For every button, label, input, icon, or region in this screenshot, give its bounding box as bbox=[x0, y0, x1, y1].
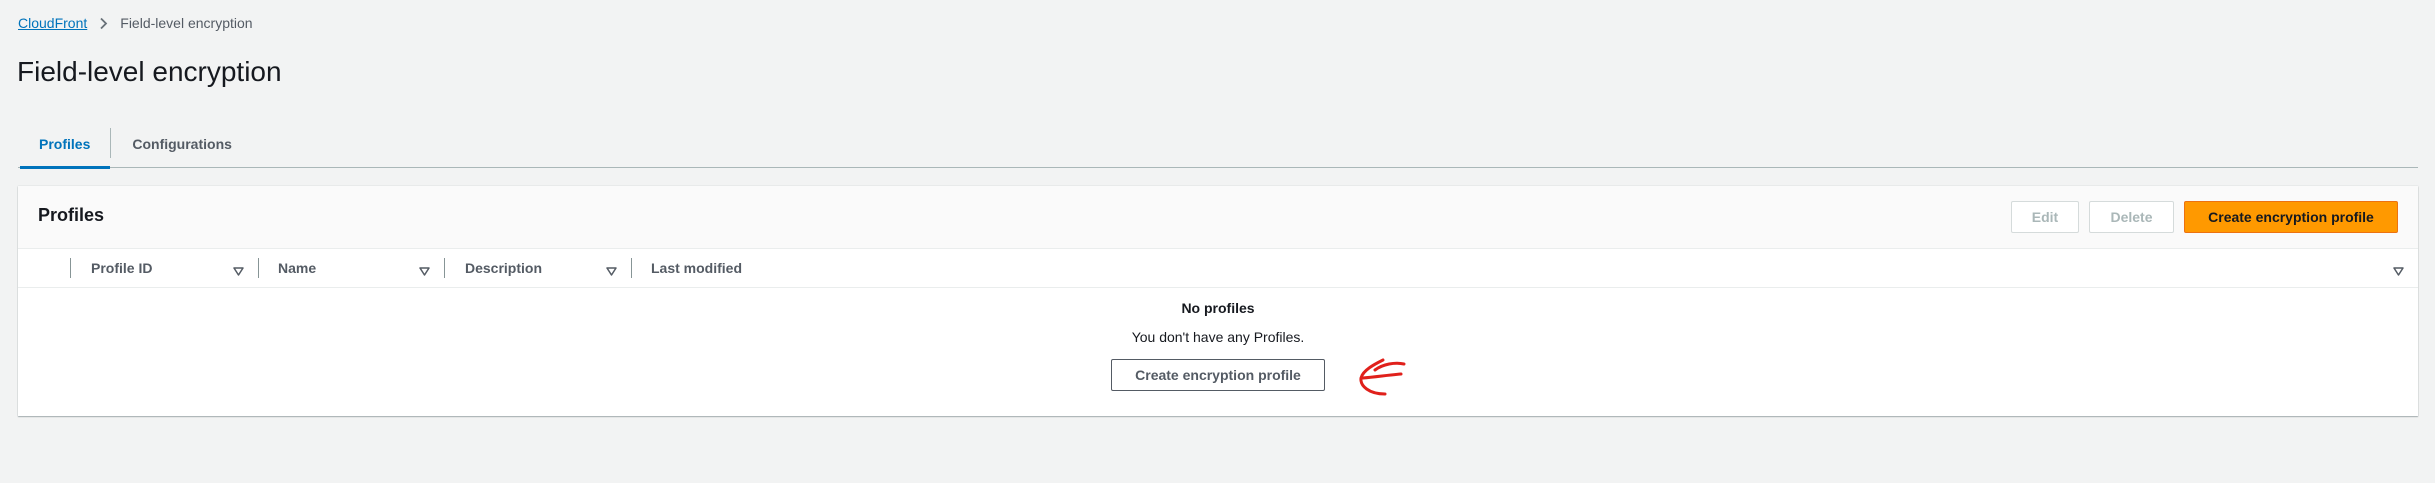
sort-caret-icon[interactable] bbox=[233, 263, 244, 279]
breadcrumb: CloudFront Field-level encryption bbox=[18, 15, 253, 31]
column-header-profile-id[interactable]: Profile ID bbox=[91, 249, 152, 287]
profiles-panel: Profiles Edit Delete Create encryption p… bbox=[18, 186, 2418, 416]
column-header-name[interactable]: Name bbox=[278, 249, 316, 287]
column-header-description[interactable]: Description bbox=[465, 249, 542, 287]
column-separator bbox=[444, 258, 445, 278]
tab-profiles[interactable]: Profiles bbox=[18, 120, 111, 169]
breadcrumb-current: Field-level encryption bbox=[120, 15, 253, 31]
empty-state: No profiles You don't have any Profiles.… bbox=[18, 286, 2418, 391]
panel-actions: Edit Delete Create encryption profile bbox=[2001, 201, 2398, 233]
edit-button[interactable]: Edit bbox=[2011, 201, 2079, 233]
panel-header: Profiles Edit Delete Create encryption p… bbox=[18, 186, 2418, 249]
annotation-arrow-icon bbox=[1355, 356, 1407, 405]
column-separator bbox=[258, 258, 259, 278]
create-encryption-profile-empty-button[interactable]: Create encryption profile bbox=[1111, 359, 1325, 391]
page-title: Field-level encryption bbox=[17, 56, 282, 87]
empty-state-message: You don't have any Profiles. bbox=[1131, 329, 1305, 345]
panel-title: Profiles bbox=[38, 205, 105, 225]
sort-caret-icon[interactable] bbox=[2393, 263, 2404, 279]
sort-caret-icon[interactable] bbox=[606, 263, 617, 279]
tab-configurations[interactable]: Configurations bbox=[111, 120, 253, 167]
table-header: Profile ID Name Description Last modifie… bbox=[18, 249, 2418, 288]
breadcrumb-cloudfront-link[interactable]: CloudFront bbox=[18, 15, 87, 31]
sort-caret-icon[interactable] bbox=[419, 263, 430, 279]
empty-state-title: No profiles bbox=[1181, 300, 1255, 316]
delete-button[interactable]: Delete bbox=[2089, 201, 2174, 233]
column-header-last-modified[interactable]: Last modified bbox=[651, 249, 742, 287]
create-encryption-profile-button[interactable]: Create encryption profile bbox=[2184, 201, 2398, 233]
tab-bar: Profiles Configurations bbox=[18, 120, 2418, 169]
chevron-right-icon bbox=[99, 17, 108, 30]
column-separator bbox=[70, 258, 71, 278]
column-separator bbox=[631, 258, 632, 278]
